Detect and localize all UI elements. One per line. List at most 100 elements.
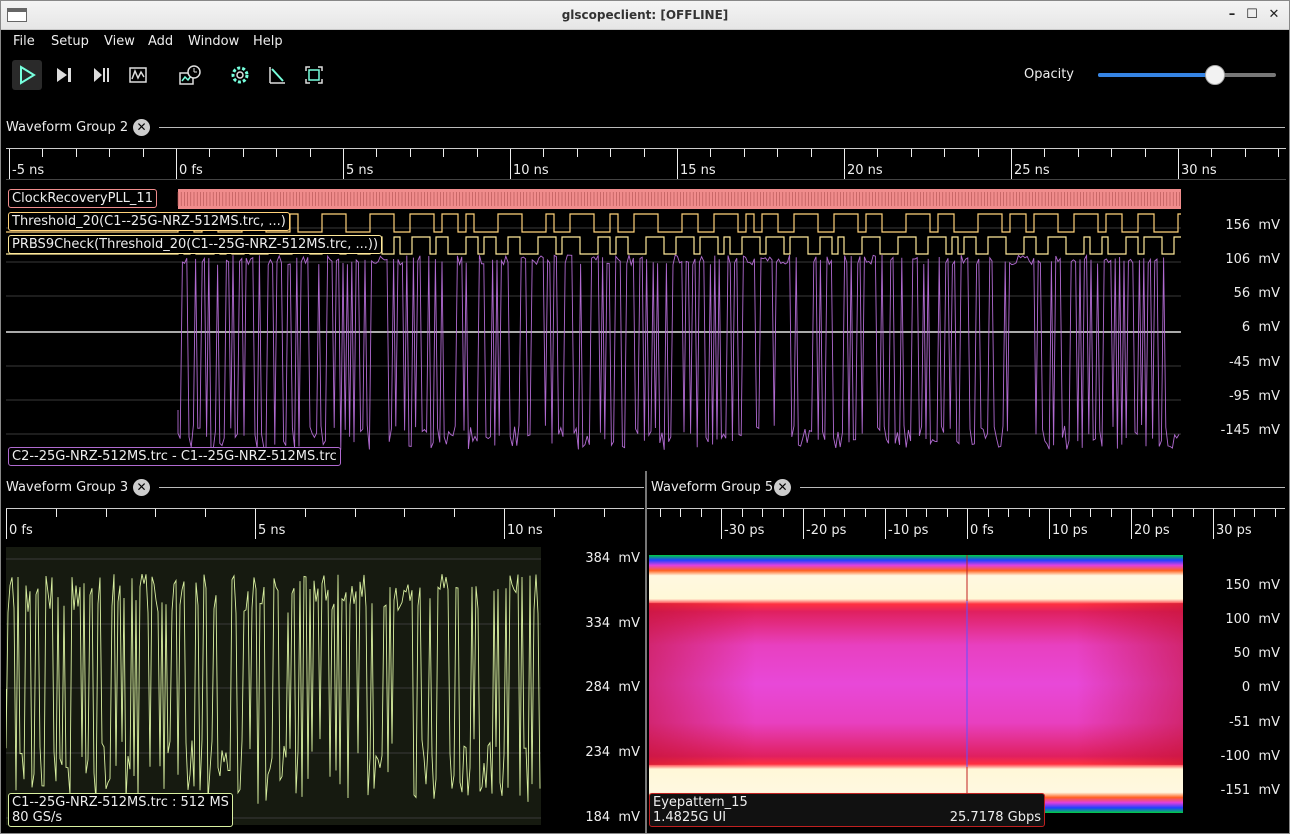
timeline-minor-tick bbox=[476, 149, 478, 157]
timeline-minor-tick bbox=[680, 509, 681, 517]
group5-plot[interactable]: Eyepattern_15 1.4825G UI 25.7178 Gbps bbox=[647, 539, 1285, 829]
fit-icon bbox=[305, 66, 323, 84]
group2-plot[interactable]: ClockRecoveryPLL_11 Threshold_20(C1--25G… bbox=[6, 179, 1286, 467]
history-icon bbox=[179, 65, 201, 85]
group3-waveform-canvas bbox=[6, 547, 541, 825]
timeline-minor-tick bbox=[762, 509, 763, 517]
autoscale-button[interactable] bbox=[262, 60, 292, 90]
timeline-major-tick bbox=[677, 149, 678, 179]
menu-setup[interactable]: Setup bbox=[51, 34, 89, 49]
fullscreen-button[interactable] bbox=[299, 60, 329, 90]
timeline-minor-tick bbox=[543, 149, 545, 157]
opacity-label: Opacity bbox=[1024, 67, 1075, 82]
force-step-icon bbox=[94, 68, 109, 82]
timeline-minor-tick bbox=[1110, 509, 1112, 517]
timeline-label: 10 ns bbox=[507, 523, 543, 538]
timeline-minor-tick bbox=[741, 509, 743, 517]
timeline-minor-tick bbox=[1211, 149, 1213, 157]
y-axis-label: -51 mV bbox=[1228, 715, 1280, 730]
timeline-minor-tick bbox=[354, 509, 356, 517]
group3-timeline[interactable]: 0 fs 5 ns 10 ns bbox=[6, 508, 644, 539]
timeline-label: 5 ns bbox=[346, 163, 374, 178]
group5-header: Waveform Group 5 ✕ bbox=[647, 476, 1287, 500]
group5-channel-label[interactable]: Eyepattern_15 1.4825G UI 25.7178 Gbps bbox=[649, 793, 1045, 827]
timeline-minor-tick bbox=[1278, 149, 1280, 157]
start-trigger-button[interactable] bbox=[12, 60, 42, 90]
timeline-minor-tick bbox=[276, 149, 278, 157]
timeline-minor-tick bbox=[242, 149, 244, 157]
group2-timeline[interactable]: -5 ns 0 fs 5 ns 10 ns 15 ns 20 ns 25 ns 30 ns bbox=[6, 148, 1286, 179]
timeline-minor-tick bbox=[710, 149, 712, 157]
y-axis-label: 150 mV bbox=[1225, 578, 1280, 593]
timeline-major-tick bbox=[1213, 509, 1214, 539]
timeline-minor-tick bbox=[309, 149, 311, 157]
group5-title: Waveform Group 5 bbox=[651, 480, 774, 495]
timeline-label: -20 ps bbox=[806, 523, 847, 538]
group3-rule bbox=[159, 487, 644, 488]
timeline-minor-tick bbox=[944, 149, 946, 157]
timeline-major-tick bbox=[1178, 149, 1179, 179]
timeline-major-tick bbox=[504, 509, 505, 539]
clock-channel-label[interactable]: ClockRecoveryPLL_11 bbox=[8, 189, 157, 208]
opacity-slider[interactable] bbox=[1098, 65, 1276, 85]
menu-add[interactable]: Add bbox=[148, 34, 173, 49]
timeline-label: -5 ns bbox=[12, 163, 45, 178]
eye-pattern-canvas bbox=[649, 555, 1183, 813]
group3-close-icon[interactable]: ✕ bbox=[133, 479, 150, 496]
close-icon[interactable]: ✕ bbox=[1265, 6, 1283, 24]
analog-channel-label[interactable]: C2--25G-NRZ-512MS.trc - C1--25G-NRZ-512M… bbox=[8, 447, 341, 466]
y-axis-label: 284 mV bbox=[585, 680, 640, 695]
y-axis-label: -95 mV bbox=[1228, 389, 1280, 404]
group5-close-icon[interactable]: ✕ bbox=[774, 479, 791, 496]
timeline-minor-tick bbox=[75, 149, 77, 157]
timeline-label: -30 ps bbox=[724, 523, 765, 538]
group5-bitrate: 25.7178 Gbps bbox=[949, 810, 1041, 825]
timeline-minor-tick bbox=[155, 509, 157, 517]
timeline-minor-tick bbox=[659, 509, 661, 517]
maximize-icon[interactable]: ☐ bbox=[1243, 6, 1261, 24]
menu-help[interactable]: Help bbox=[253, 34, 283, 49]
timeline-minor-tick bbox=[905, 509, 907, 517]
refresh-settings-button[interactable] bbox=[225, 60, 255, 90]
timeline-minor-tick bbox=[643, 149, 645, 157]
y-axis-label: 0 mV bbox=[1241, 680, 1280, 695]
timeline-major-tick bbox=[510, 149, 511, 179]
timeline-minor-tick bbox=[1069, 509, 1071, 517]
history-button[interactable] bbox=[174, 60, 204, 90]
group5-channel-name: Eyepattern_15 bbox=[653, 795, 748, 810]
timeline-minor-tick bbox=[109, 149, 111, 157]
y-axis-label: 334 mV bbox=[585, 616, 640, 631]
group2-title: Waveform Group 2 bbox=[6, 120, 129, 135]
timeline-minor-tick bbox=[946, 509, 948, 517]
minimize-icon[interactable]: – bbox=[1223, 6, 1241, 24]
timeline-major-tick bbox=[721, 509, 722, 539]
threshold-channel-label[interactable]: Threshold_20(C1--25G-NRZ-512MS.trc, ...) bbox=[8, 212, 290, 231]
group3-channel-label[interactable]: C1--25G-NRZ-512MS.trc : 512 MS 80 GS/s bbox=[8, 793, 233, 827]
timeline-minor-tick bbox=[1233, 509, 1235, 517]
group2-close-icon[interactable]: ✕ bbox=[133, 119, 150, 136]
group5-timeline[interactable]: -30 ps -20 ps -10 ps 0 fs 10 ps 20 ps 30 ps bbox=[647, 508, 1285, 539]
timeline-minor-tick bbox=[977, 149, 979, 157]
app-window: glscopeclient: [OFFLINE] – ☐ ✕ File Setu… bbox=[0, 0, 1290, 834]
prbs-channel-label[interactable]: PRBS9Check(Threshold_20(C1--25G-NRZ-512M… bbox=[8, 235, 383, 254]
single-trigger-button[interactable] bbox=[49, 60, 79, 90]
timeline-minor-tick bbox=[142, 149, 144, 157]
timeline-minor-tick bbox=[610, 149, 612, 157]
timeline-label: 0 fs bbox=[9, 523, 33, 538]
toolbar: Opacity bbox=[2, 53, 1288, 97]
timeline-major-tick bbox=[6, 509, 7, 539]
force-trigger-button[interactable] bbox=[86, 60, 116, 90]
opacity-slider-knob[interactable] bbox=[1205, 65, 1226, 85]
group3-channel-rate: 80 GS/s bbox=[12, 810, 63, 825]
group3-title: Waveform Group 3 bbox=[6, 480, 129, 495]
timeline-minor-tick bbox=[42, 149, 44, 157]
menu-view[interactable]: View bbox=[104, 34, 135, 49]
menu-file[interactable]: File bbox=[13, 34, 35, 49]
group3-header: Waveform Group 3 ✕ bbox=[2, 476, 645, 500]
stop-trigger-button[interactable] bbox=[123, 60, 153, 90]
group3-plot[interactable]: C1--25G-NRZ-512MS.trc : 512 MS 80 GS/s bbox=[6, 539, 644, 829]
timeline-label: 0 fs bbox=[970, 523, 994, 538]
y-axis-label: 234 mV bbox=[585, 745, 640, 760]
menu-window[interactable]: Window bbox=[188, 34, 239, 49]
timeline-label: -10 ps bbox=[888, 523, 929, 538]
